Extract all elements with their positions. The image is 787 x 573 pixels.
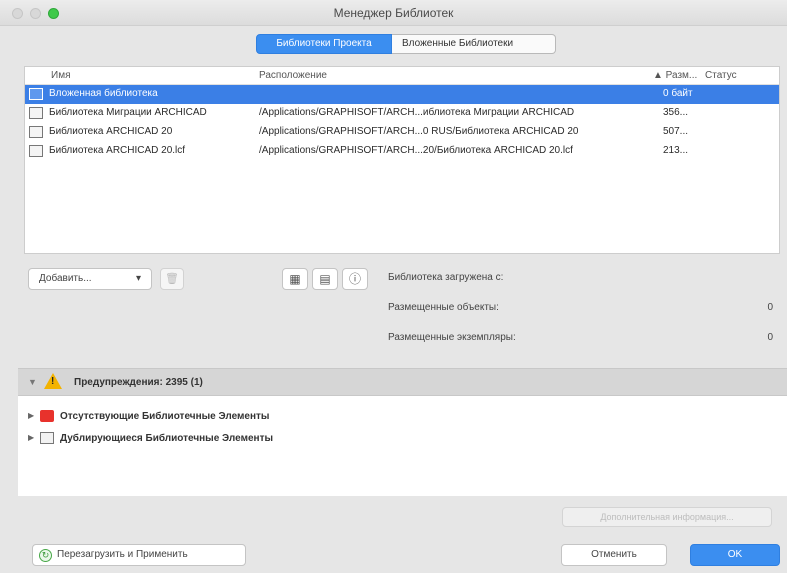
add-library-label: Добавить... — [39, 273, 92, 284]
row-size: 0 байт — [663, 88, 693, 99]
tree-item-duplicate-elements[interactable]: ▶ Дублирующиеся Библиотечные Элементы — [18, 428, 787, 450]
placed-objects-value: 0 — [767, 302, 773, 313]
info-icon: ⓘ — [348, 272, 361, 286]
reload-icon: ↻ — [39, 549, 52, 562]
additional-info-button[interactable]: Дополнительная информация... — [562, 507, 772, 527]
placed-instances-label: Размещенные экземпляры: — [388, 332, 516, 343]
title-bar: Менеджер Библиотек — [0, 0, 787, 26]
add-library-button[interactable]: Добавить... ▾ — [28, 268, 152, 290]
column-header-location[interactable]: Расположение — [259, 70, 327, 81]
reload-apply-button[interactable]: ↻ Перезагрузить и Применить — [32, 544, 246, 566]
column-header-status[interactable]: Статус — [705, 70, 737, 81]
library-icon — [29, 145, 43, 157]
row-size: 213... — [663, 145, 689, 156]
tree-item-missing-elements[interactable]: ▶ Отсутствующие Библиотечные Элементы — [18, 406, 787, 428]
library-table: Имя Расположение ▲ Разм... Статус Вложен… — [24, 66, 780, 254]
library-list-button[interactable]: ▤ — [312, 268, 338, 290]
row-name: Вложенная библиотека — [49, 88, 158, 99]
cancel-button[interactable]: Отменить — [561, 544, 667, 566]
disclosure-triangle-icon[interactable]: ▼ — [28, 377, 37, 387]
window-title: Менеджер Библиотек — [333, 6, 454, 20]
row-name: Библиотека ARCHICAD 20 — [49, 126, 173, 137]
remove-library-button[interactable]: 🗑 — [160, 268, 184, 290]
reload-apply-label: Перезагрузить и Применить — [57, 549, 188, 560]
tree-item-label: Дублирующиеся Библиотечные Элементы — [60, 433, 274, 444]
table-row[interactable]: Библиотека ARCHICAD 20.lcf /Applications… — [25, 142, 779, 161]
row-size: 356... — [663, 107, 689, 118]
expand-arrow-icon[interactable]: ▶ — [28, 411, 34, 420]
library-container-icon: ▦ — [289, 272, 301, 286]
table-row[interactable]: Вложенная библиотека 0 байт — [25, 85, 779, 104]
row-location: /Applications/GRAPHISOFT/ARCH...20/Библи… — [259, 145, 573, 156]
missing-folder-icon — [40, 410, 54, 422]
tab-project-libraries[interactable]: Библиотеки Проекта — [256, 34, 392, 54]
row-size: 507... — [663, 126, 689, 137]
expand-arrow-icon[interactable]: ▶ — [28, 433, 34, 442]
column-header-name[interactable]: Имя — [51, 70, 70, 81]
list-icon: ▤ — [319, 272, 331, 286]
library-icon — [29, 88, 43, 100]
placed-instances-value: 0 — [767, 332, 773, 343]
tab-embedded-libraries[interactable]: Вложенные Библиотеки — [392, 34, 556, 54]
row-name: Библиотека ARCHICAD 20.lcf — [49, 145, 186, 156]
ok-button[interactable]: OK — [690, 544, 780, 566]
library-tabs: Библиотеки Проекта Вложенные Библиотеки — [256, 34, 556, 54]
table-row[interactable]: Библиотека ARCHICAD 20 /Applications/GRA… — [25, 123, 779, 142]
row-location: /Applications/GRAPHISOFT/ARCH...0 RUS/Би… — [259, 126, 579, 137]
column-header-size[interactable]: ▲ Разм... — [653, 70, 697, 81]
library-info-button[interactable]: ⓘ — [342, 268, 368, 290]
library-icon — [29, 126, 43, 138]
row-location: /Applications/GRAPHISOFT/ARCH...иблиотек… — [259, 107, 575, 118]
duplicate-library-icon — [40, 432, 54, 444]
trash-icon: 🗑 — [165, 273, 179, 285]
loaded-from-label: Библиотека загружена с: — [388, 272, 504, 283]
tree-item-label: Отсутствующие Библиотечные Элементы — [60, 411, 270, 422]
library-container-button[interactable]: ▦ — [282, 268, 308, 290]
warnings-header[interactable]: ▼ Предупреждения: 2395 (1) — [18, 368, 787, 396]
warnings-title: Предупреждения: 2395 (1) — [74, 377, 203, 388]
row-name: Библиотека Миграции ARCHICAD — [49, 107, 207, 118]
warning-icon — [44, 373, 62, 389]
table-header: Имя Расположение ▲ Разм... Статус — [25, 67, 779, 85]
chevron-down-icon: ▾ — [135, 273, 141, 284]
warnings-tree: ▶ Отсутствующие Библиотечные Элементы ▶ … — [18, 396, 787, 496]
library-icon — [29, 107, 43, 119]
placed-objects-label: Размещенные объекты: — [388, 302, 499, 313]
table-row[interactable]: Библиотека Миграции ARCHICAD /Applicatio… — [25, 104, 779, 123]
